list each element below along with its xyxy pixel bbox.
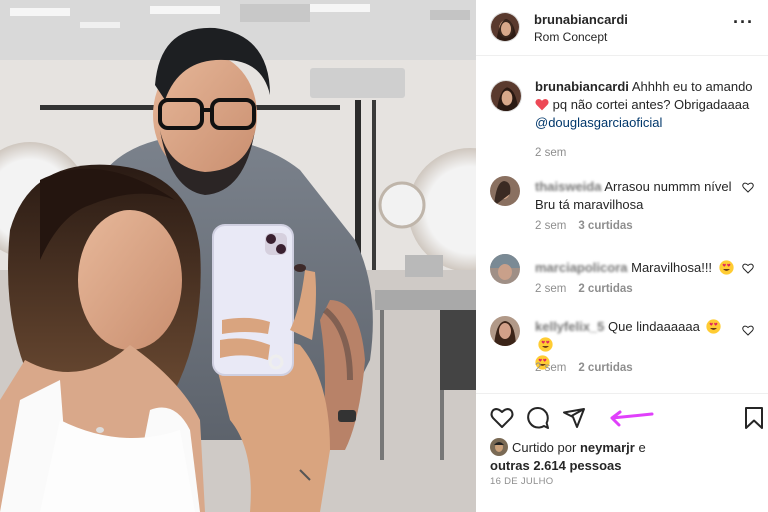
post-side-panel: brunabiancardi Rom Concept ··· brunabian… — [476, 0, 768, 512]
red-heart-emoji-icon — [535, 98, 549, 111]
post-photo[interactable] — [0, 0, 476, 512]
commenter-avatar[interactable] — [490, 254, 520, 284]
author-avatar[interactable] — [490, 12, 520, 42]
caption-avatar[interactable] — [490, 80, 522, 112]
comment-likes[interactable]: 2 curtidas — [578, 283, 632, 295]
commenter-avatar[interactable] — [490, 316, 520, 346]
comment-body: marciapolicora Maravilhosa!!! — [535, 259, 735, 277]
bookmark-icon[interactable] — [742, 406, 766, 430]
post-actions: Curtido por neymarjr e outras 2.614 pess… — [476, 393, 768, 512]
post-date[interactable]: 16 DE JULHO — [490, 476, 554, 487]
likes-summary: Curtido por neymarjr e outras 2.614 pess… — [490, 438, 760, 475]
heart-icon[interactable] — [490, 406, 514, 430]
comment-time[interactable]: 2 sem — [535, 283, 566, 295]
comment-time[interactable]: 2 sem — [535, 362, 566, 374]
share-icon[interactable] — [562, 406, 586, 430]
commenter-avatar[interactable] — [490, 176, 520, 206]
likes-others-link[interactable]: outras 2.614 pessoas — [490, 458, 622, 473]
comment-text: Maravilhosa!!! — [631, 260, 713, 275]
comment-like-heart-icon[interactable] — [742, 325, 754, 336]
caption-mention-link[interactable]: @douglasgarciaoficial — [535, 115, 662, 130]
comment-text: Que lindaaaaaa — [608, 319, 700, 334]
comment-body: thaisweida Arrasou nummm nível Bru tá ma… — [535, 178, 735, 214]
caption-time[interactable]: 2 sem — [535, 144, 760, 162]
comment-like-heart-icon[interactable] — [742, 182, 754, 193]
annotation-arrow-icon — [610, 410, 654, 427]
likes-suffix: e — [638, 440, 646, 455]
comment-meta: 2 sem 3 curtidas — [535, 220, 633, 232]
likes-prefix: Curtido por — [512, 440, 577, 455]
heart-eyes-emoji-icon — [719, 260, 734, 275]
comment-username[interactable]: marciapolicora — [535, 260, 628, 275]
heart-eyes-emoji-icon — [706, 319, 722, 334]
comment-likes[interactable]: 3 curtidas — [578, 220, 632, 232]
post-location[interactable]: Rom Concept — [534, 30, 607, 44]
caption-text-part2: pq não cortei antes? Obrigadaaaa — [552, 97, 750, 112]
comment-likes[interactable]: 2 curtidas — [578, 362, 632, 374]
comment-meta: 2 sem 2 curtidas — [535, 283, 633, 295]
caption-text-part1: Ahhhh eu to amando — [631, 79, 753, 94]
author-username[interactable]: brunabiancardi — [534, 12, 628, 27]
caption-username[interactable]: brunabiancardi — [535, 79, 629, 94]
comment-username[interactable]: kellyfelix_5 — [535, 319, 604, 334]
caption-text: brunabiancardi Ahhhh eu to amando pq não… — [535, 78, 760, 162]
comment-time[interactable]: 2 sem — [535, 220, 566, 232]
heart-eyes-emoji-icon — [538, 337, 553, 352]
comment-meta: 2 sem 2 curtidas — [535, 362, 633, 374]
post-header: brunabiancardi Rom Concept ··· — [476, 0, 768, 56]
comment-like-heart-icon[interactable] — [742, 263, 754, 274]
liker-avatar[interactable] — [490, 438, 508, 456]
comment-icon[interactable] — [526, 406, 550, 430]
more-horizontal-icon[interactable]: ··· — [733, 13, 754, 31]
comment-username[interactable]: thaisweida — [535, 179, 601, 194]
liker-username[interactable]: neymarjr — [580, 440, 635, 455]
salon-selfie-image — [0, 0, 476, 512]
